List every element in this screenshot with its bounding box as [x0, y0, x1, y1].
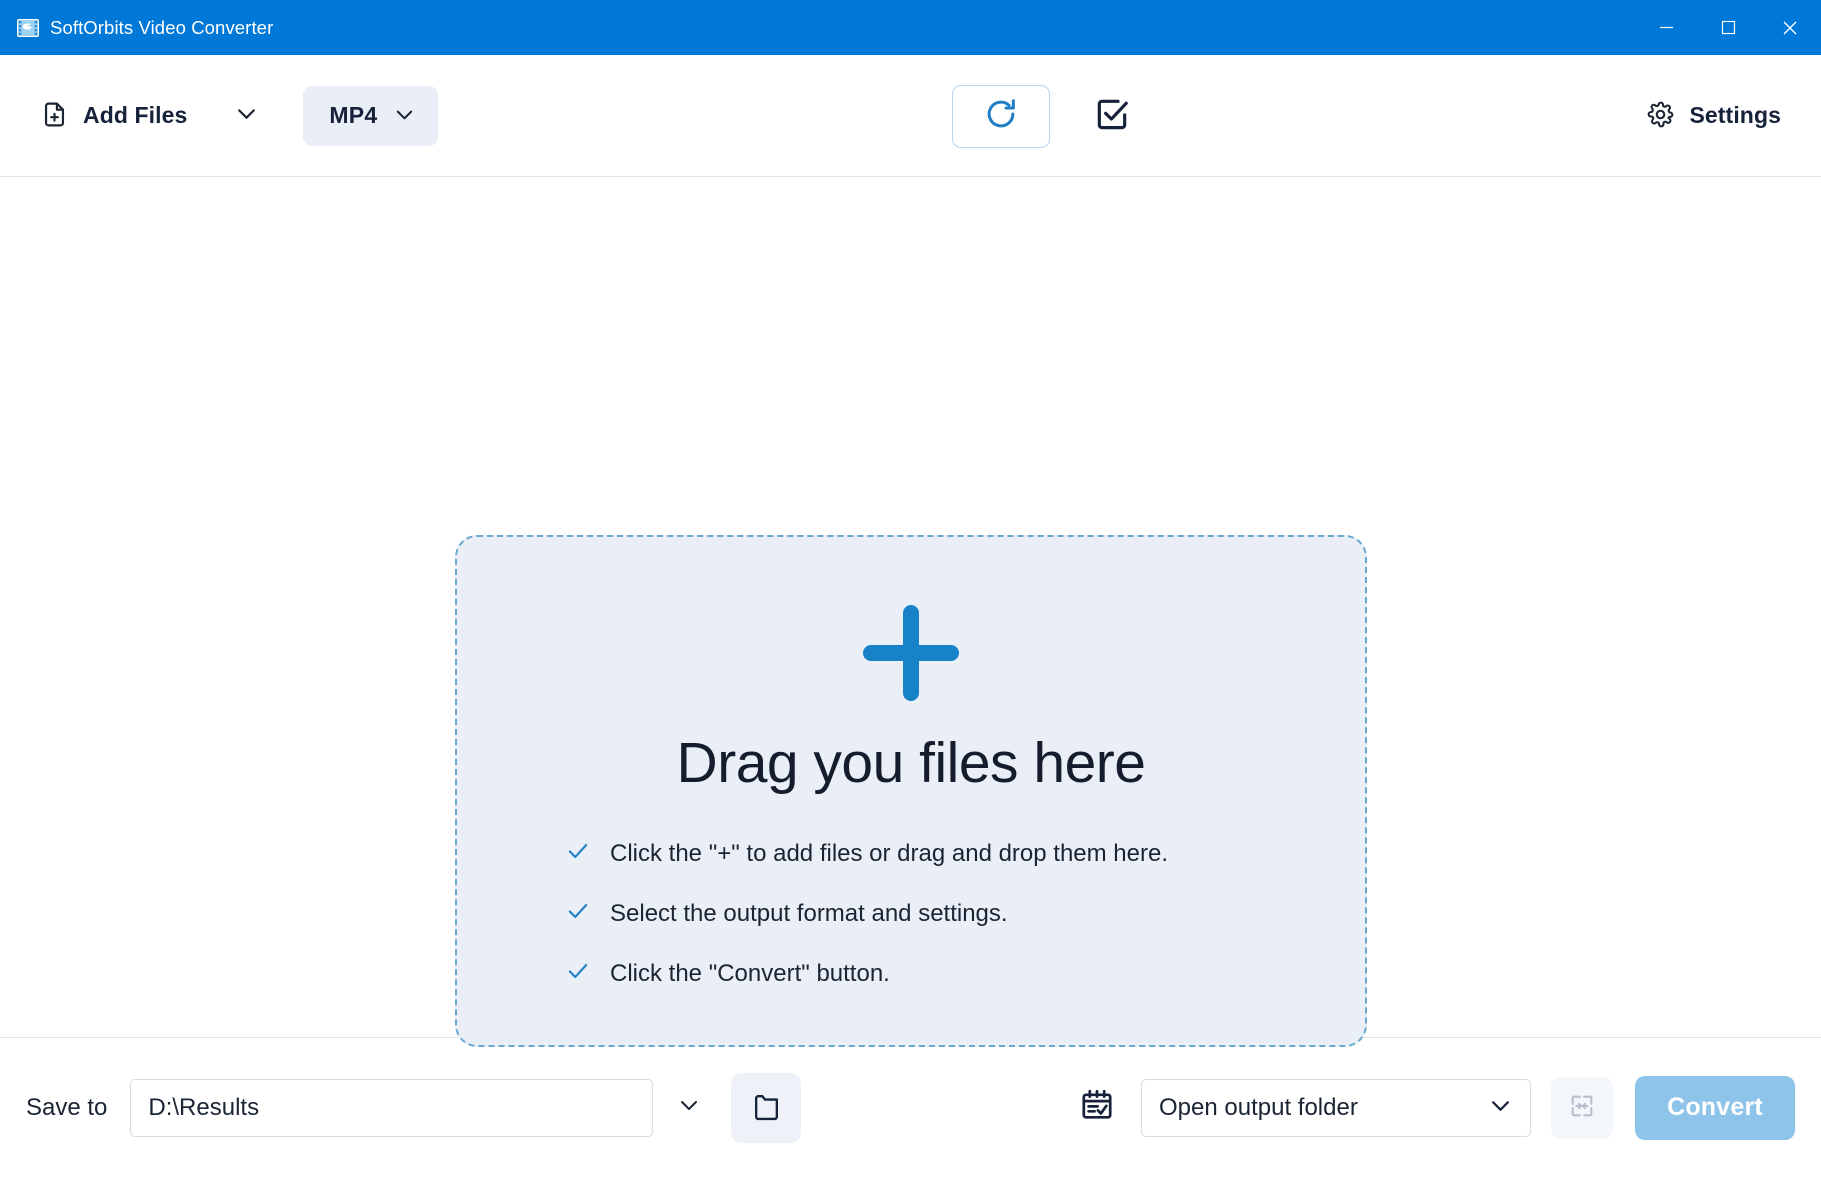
chevron-down-icon: [234, 101, 259, 131]
output-path-input[interactable]: [130, 1078, 654, 1137]
footer-right-group: Open output folder Convert: [1070, 1075, 1795, 1140]
refresh-icon: [982, 95, 1020, 138]
output-path-dropdown-button[interactable]: [661, 1083, 717, 1133]
browse-folder-button[interactable]: [731, 1072, 802, 1143]
gear-icon: [1646, 100, 1675, 132]
schedule-button[interactable]: [1070, 1081, 1124, 1135]
maximize-button[interactable]: [1697, 0, 1759, 55]
title-bar: SoftOrbits Video Converter: [0, 0, 1821, 55]
toolbar-center-group: [952, 55, 1142, 177]
main-content-area: Drag you files here Click the "+" to add…: [0, 177, 1821, 1047]
add-files-label: Add Files: [83, 102, 188, 128]
chevron-down-icon: [677, 1093, 701, 1122]
add-files-button[interactable]: Add Files: [26, 90, 201, 142]
app-window: SoftOrbits Video Converter Add Files MP4…: [0, 0, 1821, 1177]
list-item: Click the "Convert" button.: [565, 958, 1365, 989]
list-item: Click the "+" to add files or drag and d…: [565, 838, 1365, 869]
list-item-label: Click the "Convert" button.: [610, 959, 890, 987]
save-to-label: Save to: [26, 1093, 108, 1121]
minimize-button[interactable]: [1635, 0, 1697, 55]
merge-icon: [1568, 1092, 1596, 1123]
add-files-dropdown-button[interactable]: [223, 93, 269, 139]
toolbar-left-group: Add Files MP4: [26, 85, 439, 146]
convert-button[interactable]: Convert: [1635, 1075, 1795, 1140]
refresh-button[interactable]: [952, 84, 1050, 148]
dropzone-title: Drag you files here: [676, 731, 1146, 795]
toolbar-right-group: Settings: [1632, 90, 1795, 142]
output-format-dropdown[interactable]: MP4: [303, 85, 439, 146]
output-format-label: MP4: [329, 102, 378, 128]
post-conversion-action-select[interactable]: Open output folder: [1141, 1078, 1531, 1137]
check-icon: [565, 838, 591, 869]
main-toolbar: Add Files MP4 Settings: [0, 55, 1821, 177]
file-plus-icon: [40, 100, 69, 132]
close-button[interactable]: [1759, 0, 1821, 55]
list-item: Select the output format and settings.: [565, 898, 1365, 929]
list-item-label: Select the output format and settings.: [610, 899, 1008, 927]
settings-button[interactable]: Settings: [1632, 90, 1795, 142]
chevron-down-icon: [1488, 1093, 1513, 1123]
calendar-check-icon: [1079, 1087, 1115, 1128]
minimize-icon: [1659, 26, 1673, 29]
window-controls: [1635, 0, 1821, 55]
settings-label: Settings: [1689, 102, 1781, 128]
film-reel-icon: [17, 17, 39, 39]
close-icon: [1783, 21, 1797, 34]
select-all-button[interactable]: [1082, 86, 1142, 146]
dropzone-instruction-list: Click the "+" to add files or drag and d…: [457, 838, 1365, 989]
post-conversion-action-value: Open output folder: [1159, 1093, 1358, 1121]
checkbox-checked-icon: [1093, 95, 1131, 138]
check-icon: [565, 898, 591, 929]
maximize-icon: [1721, 20, 1735, 35]
footer-bar: Save to D:\Results Open output folder Co…: [0, 1037, 1821, 1177]
check-icon: [565, 958, 591, 989]
chevron-down-icon: [393, 103, 416, 129]
plus-icon[interactable]: [856, 598, 966, 708]
title-bar-left: SoftOrbits Video Converter: [0, 17, 273, 39]
merge-files-button[interactable]: [1551, 1076, 1613, 1139]
folder-icon: [751, 1091, 782, 1125]
window-title: SoftOrbits Video Converter: [50, 16, 274, 38]
file-dropzone[interactable]: Drag you files here Click the "+" to add…: [455, 535, 1367, 1047]
list-item-label: Click the "+" to add files or drag and d…: [610, 839, 1169, 867]
